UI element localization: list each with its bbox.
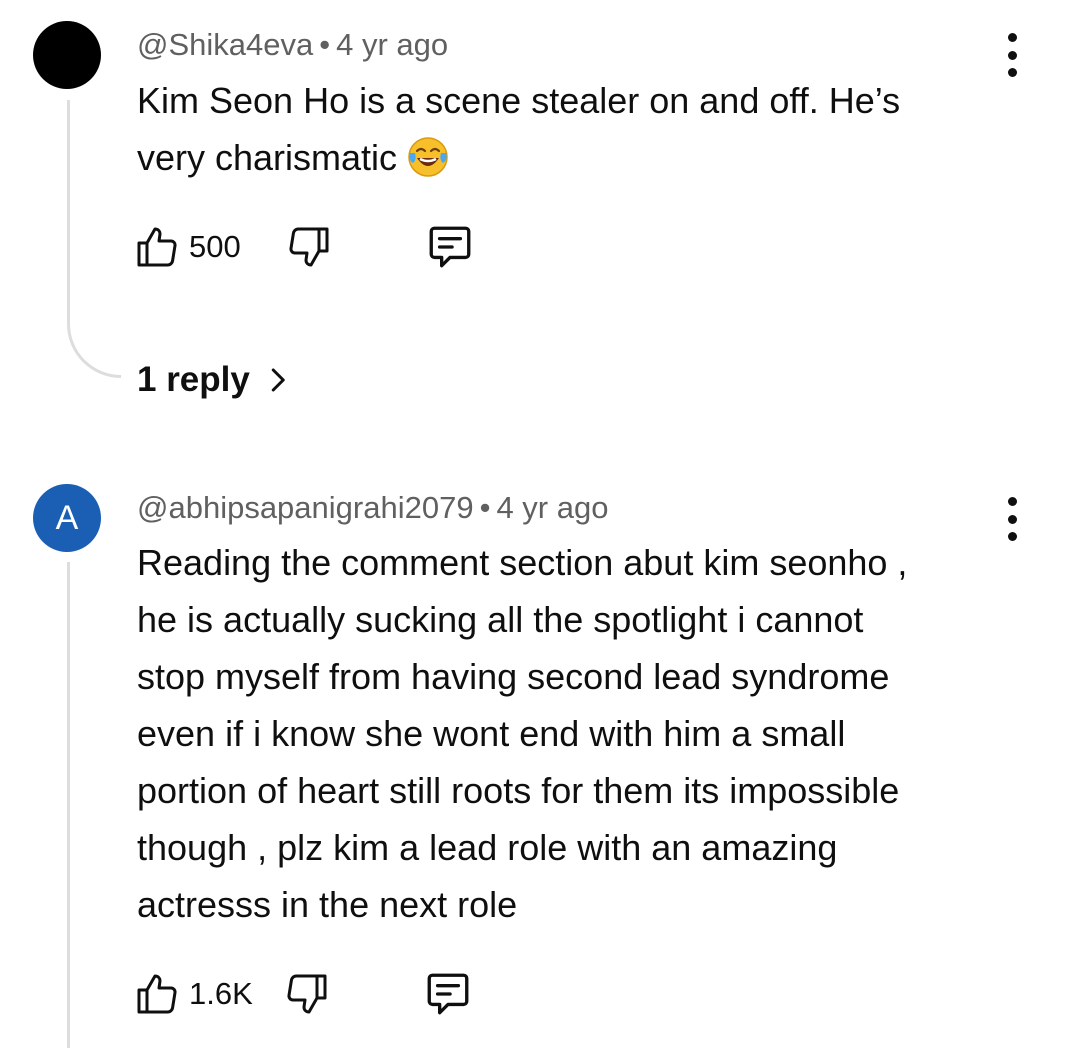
- like-count: 500: [189, 229, 241, 264]
- comment-line: Reading the comment section abut kim seo…: [137, 542, 908, 583]
- thread-curve: [67, 300, 121, 378]
- comment-line: Kim Seon Ho is a scene stealer on and of…: [137, 80, 901, 121]
- thumbs-up-icon[interactable]: [133, 970, 181, 1018]
- comment-icon[interactable]: [425, 222, 475, 272]
- avatar-letter: A: [55, 498, 79, 537]
- timestamp: 4 yr ago: [496, 490, 609, 525]
- thumbs-down-icon[interactable]: [283, 970, 331, 1018]
- timestamp: 4 yr ago: [336, 27, 449, 62]
- comment-meta: @abhipsapanigrahi2079 • 4 yr ago: [137, 490, 608, 526]
- thread-line: [67, 562, 70, 1048]
- chevron-right-icon: [271, 368, 285, 392]
- comment-actions: 500: [133, 222, 475, 272]
- comment-actions: 1.6K: [133, 969, 473, 1019]
- more-vert-icon[interactable]: [1000, 33, 1024, 77]
- face-with-tears-of-joy-icon: [408, 137, 448, 177]
- username[interactable]: @abhipsapanigrahi2079: [137, 490, 474, 525]
- comment-line: stop myself from having second lead synd…: [137, 656, 890, 697]
- comment-text: Reading the comment section abut kim seo…: [137, 534, 1037, 933]
- comment-line: actresss in the next role: [137, 884, 518, 925]
- avatar[interactable]: A: [33, 484, 101, 552]
- comment-text: Kim Seon Ho is a scene stealer on and of…: [137, 72, 1037, 186]
- comment-line: though , plz kim a lead role with an ama…: [137, 827, 838, 868]
- view-replies-link[interactable]: 1 reply: [137, 360, 292, 400]
- thread-line: [67, 100, 70, 305]
- comment-line: portion of heart still roots for them it…: [137, 770, 900, 811]
- comment-meta: @Shika4eva • 4 yr ago: [137, 27, 448, 63]
- thumbs-down-icon[interactable]: [285, 223, 333, 271]
- comment-line: very charismatic: [137, 137, 398, 178]
- comment-icon[interactable]: [423, 969, 473, 1019]
- comment-line: he is actually sucking all the spotlight…: [137, 599, 864, 640]
- comment-line: even if i know she wont end with him a s…: [137, 713, 846, 754]
- like-count: 1.6K: [189, 976, 253, 1011]
- username[interactable]: @Shika4eva: [137, 27, 313, 62]
- thumbs-up-icon[interactable]: [133, 223, 181, 271]
- avatar[interactable]: [33, 21, 101, 89]
- meta-separator: •: [479, 490, 491, 525]
- meta-separator: •: [319, 27, 331, 62]
- reply-count-label: 1 reply: [137, 360, 250, 399]
